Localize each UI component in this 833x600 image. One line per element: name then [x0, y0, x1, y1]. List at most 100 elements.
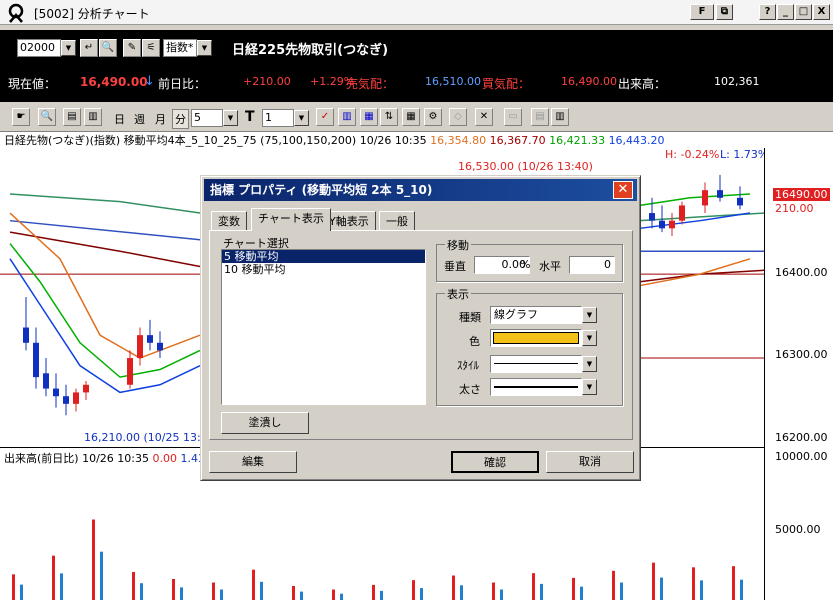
close-button[interactable]: X — [813, 4, 830, 20]
dialog-title: 指標 プロパティ (移動平均短 2本 5_10) — [210, 183, 433, 197]
volume-bar-blue — [660, 577, 663, 600]
candle-body — [679, 205, 685, 221]
style-line — [494, 363, 578, 364]
month-button[interactable]: 月 — [155, 111, 166, 127]
list-item-ma10[interactable]: 10 移動平均 — [222, 263, 425, 276]
maximize-button[interactable]: □ — [795, 4, 812, 20]
volume-bar-blue — [220, 589, 223, 600]
week-button[interactable]: 週 — [134, 111, 145, 127]
delete-icon[interactable]: ✕ — [475, 108, 493, 126]
grid-icon[interactable]: ▦ — [402, 108, 420, 126]
volume-bar-blue — [460, 585, 463, 600]
volume-bar-red — [52, 555, 55, 600]
volume-bar-blue — [380, 590, 383, 600]
type-select[interactable]: 線グラフ — [490, 306, 582, 324]
candle-body — [137, 335, 143, 359]
dialog-title-bar[interactable]: 指標 プロパティ (移動平均短 2本 5_10) ✕ — [204, 179, 637, 201]
volume-bar-red — [92, 519, 95, 600]
zoom-icon[interactable]: 🔍 — [38, 108, 56, 126]
volume-bar-red — [492, 582, 495, 600]
enter-icon[interactable]: ↵ — [80, 39, 98, 57]
edit-button[interactable]: 編集 — [209, 451, 297, 473]
tab-variables[interactable]: 変数 — [211, 211, 247, 231]
line-tool-icon[interactable]: ✓ — [316, 108, 334, 126]
day-button[interactable]: 日 — [114, 111, 125, 127]
instrument-name: 日経225先物取引(つなぎ) — [232, 43, 389, 58]
t-dropdown-icon[interactable]: ▼ — [294, 110, 309, 126]
ma25-left-line — [9, 212, 201, 359]
minute-dropdown-icon[interactable]: ▼ — [223, 110, 238, 126]
search-icon[interactable]: 🔍 — [99, 39, 117, 57]
current-value: 16,490.00 — [80, 75, 148, 89]
code-combo[interactable]: 02000 — [17, 39, 61, 57]
minimize-button[interactable]: _ — [777, 4, 794, 20]
f-button[interactable]: F — [690, 4, 714, 20]
percent-label: % — [520, 258, 531, 271]
candle-body — [73, 392, 79, 404]
volume-bar-red — [612, 570, 615, 600]
quote-bar: 02000 ▼ ↵ 🔍 ✎ ⚟ 指数* ▼ 日経225先物取引(つなぎ) 現在値… — [0, 30, 833, 102]
t-combo[interactable]: 1 — [262, 109, 294, 127]
interval-combo[interactable]: 指数* — [163, 39, 197, 57]
help-button[interactable]: ? — [759, 4, 776, 20]
display-group-label: 表示 — [445, 286, 471, 302]
color-dropdown-icon[interactable]: ▼ — [582, 330, 597, 346]
width-dropdown-icon[interactable]: ▼ — [582, 379, 597, 395]
t-icon[interactable]: T — [245, 109, 255, 125]
high-annotation: 16,530.00 (10/26 13:40) — [458, 160, 593, 173]
candle-body — [157, 342, 163, 351]
clear-button[interactable]: 塗潰し — [221, 412, 309, 434]
change-value: +210.00 — [243, 75, 291, 88]
width-select[interactable] — [490, 378, 582, 396]
volume-label: 出来高： — [618, 77, 667, 91]
minute-button[interactable]: 分 — [172, 109, 189, 129]
copy-window-icon[interactable]: ⧉ — [716, 4, 733, 20]
eraser-icon[interactable]: ◇ — [449, 108, 467, 126]
volume-bar-red — [732, 566, 735, 600]
dialog-close-icon[interactable]: ✕ — [613, 181, 633, 199]
volume-bar-blue — [700, 580, 703, 600]
candle-body — [83, 384, 89, 393]
color-select[interactable] — [490, 329, 582, 347]
list-item-ma5[interactable]: 5 移動平均 — [222, 250, 425, 263]
bar-chart-icon[interactable]: ▥ — [338, 108, 356, 126]
sort-icon[interactable]: ⇅ — [380, 108, 398, 126]
cancel-button[interactable]: 取消 — [546, 451, 634, 473]
interval-dropdown-icon[interactable]: ▼ — [197, 40, 212, 56]
candle-body — [737, 197, 743, 206]
ask-label: 売気配： — [346, 77, 395, 91]
h-percent: H: -0.24% — [665, 148, 720, 161]
axis-tick-2: 16300.00 — [775, 348, 828, 361]
tab-chart-display[interactable]: チャート表示 — [251, 208, 331, 231]
code-dropdown-icon[interactable]: ▼ — [61, 40, 76, 56]
axis-change: 210.00 — [775, 202, 814, 215]
legend-v1: 16,354.80 — [430, 134, 487, 147]
style-select[interactable] — [490, 355, 582, 373]
horizontal-input[interactable]: 0 — [569, 256, 615, 274]
export-icon[interactable]: ▥ — [551, 108, 569, 126]
copy-icon[interactable]: ▤ — [531, 108, 549, 126]
legend-v4: 16,443.20 — [608, 134, 665, 147]
doc-copy-icon[interactable]: ▥ — [84, 108, 102, 126]
hand-icon[interactable]: ☛ — [12, 108, 30, 126]
edit-icon[interactable]: ✎ — [123, 39, 141, 57]
settings-icon[interactable]: ⚙ — [424, 108, 442, 126]
ok-button[interactable]: 確認 — [451, 451, 539, 473]
tab-general[interactable]: 一般 — [379, 211, 415, 231]
bid-label: 買気配： — [482, 77, 531, 91]
vol-axis-tick-1: 10000.00 — [775, 450, 828, 463]
filter-icon[interactable]: ⚟ — [142, 39, 160, 57]
volume-bar-red — [692, 567, 695, 600]
current-label: 現在値： — [8, 77, 57, 91]
type-dropdown-icon[interactable]: ▼ — [582, 307, 597, 323]
candle-body — [669, 220, 675, 229]
style-dropdown-icon[interactable]: ▼ — [582, 356, 597, 372]
volume-bar-red — [412, 580, 415, 600]
candle-body — [127, 358, 133, 385]
minute-combo[interactable]: 5 — [191, 109, 223, 127]
bar-chart2-icon[interactable]: ▦ — [360, 108, 378, 126]
print-icon[interactable]: ▭ — [504, 108, 522, 126]
chart-select-list[interactable]: 5 移動平均 10 移動平均 — [221, 249, 426, 405]
candle-body — [23, 327, 29, 343]
doc-icon[interactable]: ▤ — [63, 108, 81, 126]
